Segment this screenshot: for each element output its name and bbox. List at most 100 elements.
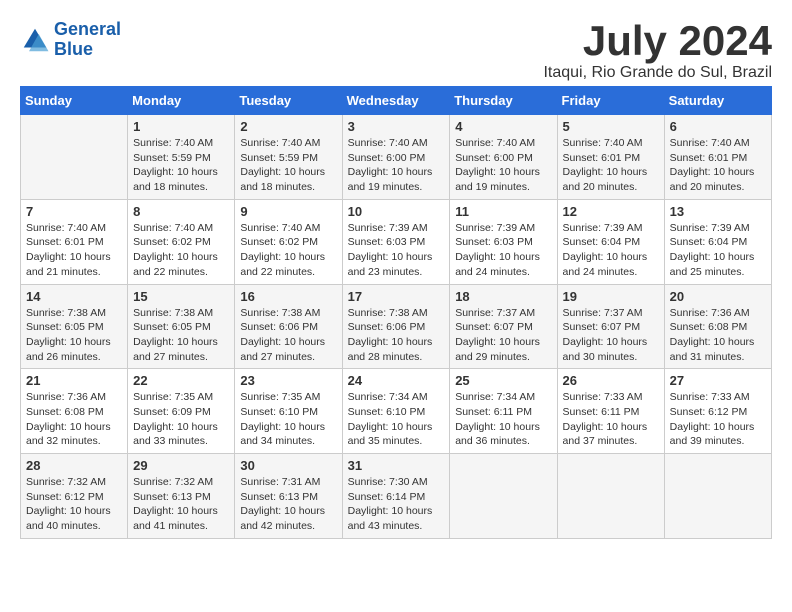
day-info: Sunrise: 7:30 AM Sunset: 6:14 PM Dayligh… bbox=[348, 475, 445, 534]
day-info: Sunrise: 7:40 AM Sunset: 6:02 PM Dayligh… bbox=[133, 221, 229, 280]
calendar-cell: 7 Sunrise: 7:40 AM Sunset: 6:01 PM Daylig… bbox=[21, 199, 128, 284]
calendar-cell: 4 Sunrise: 7:40 AM Sunset: 6:00 PM Daylig… bbox=[450, 115, 557, 200]
day-info: Sunrise: 7:31 AM Sunset: 6:13 PM Dayligh… bbox=[240, 475, 336, 534]
day-number: 1 bbox=[133, 119, 229, 134]
day-info: Sunrise: 7:34 AM Sunset: 6:10 PM Dayligh… bbox=[348, 390, 445, 449]
day-info: Sunrise: 7:39 AM Sunset: 6:03 PM Dayligh… bbox=[348, 221, 445, 280]
day-number: 6 bbox=[670, 119, 766, 134]
day-number: 31 bbox=[348, 458, 445, 473]
day-info: Sunrise: 7:38 AM Sunset: 6:06 PM Dayligh… bbox=[348, 306, 445, 365]
day-info: Sunrise: 7:34 AM Sunset: 6:11 PM Dayligh… bbox=[455, 390, 551, 449]
day-number: 26 bbox=[563, 373, 659, 388]
calendar-cell: 6 Sunrise: 7:40 AM Sunset: 6:01 PM Daylig… bbox=[664, 115, 771, 200]
col-thursday: Thursday bbox=[450, 87, 557, 115]
day-number: 15 bbox=[133, 289, 229, 304]
day-info: Sunrise: 7:32 AM Sunset: 6:12 PM Dayligh… bbox=[26, 475, 122, 534]
day-info: Sunrise: 7:35 AM Sunset: 6:09 PM Dayligh… bbox=[133, 390, 229, 449]
week-row-2: 7 Sunrise: 7:40 AM Sunset: 6:01 PM Daylig… bbox=[21, 199, 772, 284]
day-number: 9 bbox=[240, 204, 336, 219]
calendar-cell: 14 Sunrise: 7:38 AM Sunset: 6:05 PM Dayli… bbox=[21, 284, 128, 369]
calendar-cell: 23Sunrise: 7:35 AM Sunset: 6:10 PM Dayli… bbox=[235, 369, 342, 454]
day-info: Sunrise: 7:40 AM Sunset: 6:00 PM Dayligh… bbox=[455, 136, 551, 195]
col-sunday: Sunday bbox=[21, 87, 128, 115]
col-friday: Friday bbox=[557, 87, 664, 115]
day-info: Sunrise: 7:32 AM Sunset: 6:13 PM Dayligh… bbox=[133, 475, 229, 534]
day-number: 14 bbox=[26, 289, 122, 304]
day-info: Sunrise: 7:40 AM Sunset: 6:01 PM Dayligh… bbox=[563, 136, 659, 195]
calendar-cell bbox=[450, 454, 557, 539]
calendar-cell: 2Sunrise: 7:40 AM Sunset: 5:59 PM Daylig… bbox=[235, 115, 342, 200]
day-number: 11 bbox=[455, 204, 551, 219]
day-info: Sunrise: 7:36 AM Sunset: 6:08 PM Dayligh… bbox=[26, 390, 122, 449]
calendar-cell: 8 Sunrise: 7:40 AM Sunset: 6:02 PM Daylig… bbox=[128, 199, 235, 284]
calendar-cell: 18 Sunrise: 7:37 AM Sunset: 6:07 PM Dayli… bbox=[450, 284, 557, 369]
col-monday: Monday bbox=[128, 87, 235, 115]
col-saturday: Saturday bbox=[664, 87, 771, 115]
day-number: 23 bbox=[240, 373, 336, 388]
location-title: Itaqui, Rio Grande do Sul, Brazil bbox=[543, 64, 772, 82]
day-info: Sunrise: 7:40 AM Sunset: 5:59 PM Dayligh… bbox=[240, 136, 336, 195]
calendar-cell: 15Sunrise: 7:38 AM Sunset: 6:05 PM Dayli… bbox=[128, 284, 235, 369]
calendar-cell: 3 Sunrise: 7:40 AM Sunset: 6:00 PM Daylig… bbox=[342, 115, 450, 200]
day-number: 18 bbox=[455, 289, 551, 304]
day-info: Sunrise: 7:40 AM Sunset: 6:01 PM Dayligh… bbox=[26, 221, 122, 280]
day-number: 4 bbox=[455, 119, 551, 134]
header-row: Sunday Monday Tuesday Wednesday Thursday… bbox=[21, 87, 772, 115]
page-header: General Blue July 2024 Itaqui, Rio Grand… bbox=[20, 20, 772, 82]
week-row-4: 21 Sunrise: 7:36 AM Sunset: 6:08 PM Dayli… bbox=[21, 369, 772, 454]
day-info: Sunrise: 7:39 AM Sunset: 6:03 PM Dayligh… bbox=[455, 221, 551, 280]
title-block: July 2024 Itaqui, Rio Grande do Sul, Bra… bbox=[543, 20, 772, 82]
calendar-cell: 25 Sunrise: 7:34 AM Sunset: 6:11 PM Dayli… bbox=[450, 369, 557, 454]
calendar-cell: 12Sunrise: 7:39 AM Sunset: 6:04 PM Dayli… bbox=[557, 199, 664, 284]
day-number: 5 bbox=[563, 119, 659, 134]
day-number: 21 bbox=[26, 373, 122, 388]
calendar-cell: 1Sunrise: 7:40 AM Sunset: 5:59 PM Daylig… bbox=[128, 115, 235, 200]
calendar-cell: 10 Sunrise: 7:39 AM Sunset: 6:03 PM Dayli… bbox=[342, 199, 450, 284]
calendar-cell: 20Sunrise: 7:36 AM Sunset: 6:08 PM Dayli… bbox=[664, 284, 771, 369]
calendar-cell: 17Sunrise: 7:38 AM Sunset: 6:06 PM Dayli… bbox=[342, 284, 450, 369]
day-number: 25 bbox=[455, 373, 551, 388]
calendar-cell: 13 Sunrise: 7:39 AM Sunset: 6:04 PM Dayli… bbox=[664, 199, 771, 284]
calendar-cell: 22Sunrise: 7:35 AM Sunset: 6:09 PM Dayli… bbox=[128, 369, 235, 454]
calendar-cell: 27Sunrise: 7:33 AM Sunset: 6:12 PM Dayli… bbox=[664, 369, 771, 454]
day-number: 30 bbox=[240, 458, 336, 473]
day-number: 29 bbox=[133, 458, 229, 473]
day-info: Sunrise: 7:38 AM Sunset: 6:06 PM Dayligh… bbox=[240, 306, 336, 365]
day-number: 16 bbox=[240, 289, 336, 304]
calendar-cell: 9 Sunrise: 7:40 AM Sunset: 6:02 PM Daylig… bbox=[235, 199, 342, 284]
logo-line2: Blue bbox=[54, 39, 93, 59]
logo-text: General Blue bbox=[54, 20, 121, 60]
day-number: 12 bbox=[563, 204, 659, 219]
calendar-cell: 24 Sunrise: 7:34 AM Sunset: 6:10 PM Dayli… bbox=[342, 369, 450, 454]
day-info: Sunrise: 7:37 AM Sunset: 6:07 PM Dayligh… bbox=[455, 306, 551, 365]
calendar-cell: 19Sunrise: 7:37 AM Sunset: 6:07 PM Dayli… bbox=[557, 284, 664, 369]
day-number: 8 bbox=[133, 204, 229, 219]
calendar-cell bbox=[557, 454, 664, 539]
day-info: Sunrise: 7:40 AM Sunset: 6:02 PM Dayligh… bbox=[240, 221, 336, 280]
calendar-cell: 16 Sunrise: 7:38 AM Sunset: 6:06 PM Dayli… bbox=[235, 284, 342, 369]
day-info: Sunrise: 7:36 AM Sunset: 6:08 PM Dayligh… bbox=[670, 306, 766, 365]
day-info: Sunrise: 7:39 AM Sunset: 6:04 PM Dayligh… bbox=[670, 221, 766, 280]
col-wednesday: Wednesday bbox=[342, 87, 450, 115]
day-number: 24 bbox=[348, 373, 445, 388]
day-number: 19 bbox=[563, 289, 659, 304]
calendar-cell bbox=[664, 454, 771, 539]
day-number: 3 bbox=[348, 119, 445, 134]
day-info: Sunrise: 7:40 AM Sunset: 6:01 PM Dayligh… bbox=[670, 136, 766, 195]
logo-icon bbox=[20, 25, 50, 55]
week-row-3: 14 Sunrise: 7:38 AM Sunset: 6:05 PM Dayli… bbox=[21, 284, 772, 369]
day-info: Sunrise: 7:38 AM Sunset: 6:05 PM Dayligh… bbox=[26, 306, 122, 365]
day-number: 10 bbox=[348, 204, 445, 219]
day-info: Sunrise: 7:40 AM Sunset: 6:00 PM Dayligh… bbox=[348, 136, 445, 195]
calendar-cell: 31 Sunrise: 7:30 AM Sunset: 6:14 PM Dayli… bbox=[342, 454, 450, 539]
week-row-1: 1 Sunrise: 7:40 AM Sunset: 5:59 PM Daylig… bbox=[21, 115, 772, 200]
month-title: July 2024 bbox=[543, 20, 772, 62]
day-number: 27 bbox=[670, 373, 766, 388]
day-info: Sunrise: 7:33 AM Sunset: 6:11 PM Dayligh… bbox=[563, 390, 659, 449]
calendar-cell: 21 Sunrise: 7:36 AM Sunset: 6:08 PM Dayli… bbox=[21, 369, 128, 454]
calendar-cell: 28Sunrise: 7:32 AM Sunset: 6:12 PM Dayli… bbox=[21, 454, 128, 539]
calendar-cell bbox=[21, 115, 128, 200]
day-number: 13 bbox=[670, 204, 766, 219]
day-number: 7 bbox=[26, 204, 122, 219]
calendar-table: Sunday Monday Tuesday Wednesday Thursday… bbox=[20, 86, 772, 539]
